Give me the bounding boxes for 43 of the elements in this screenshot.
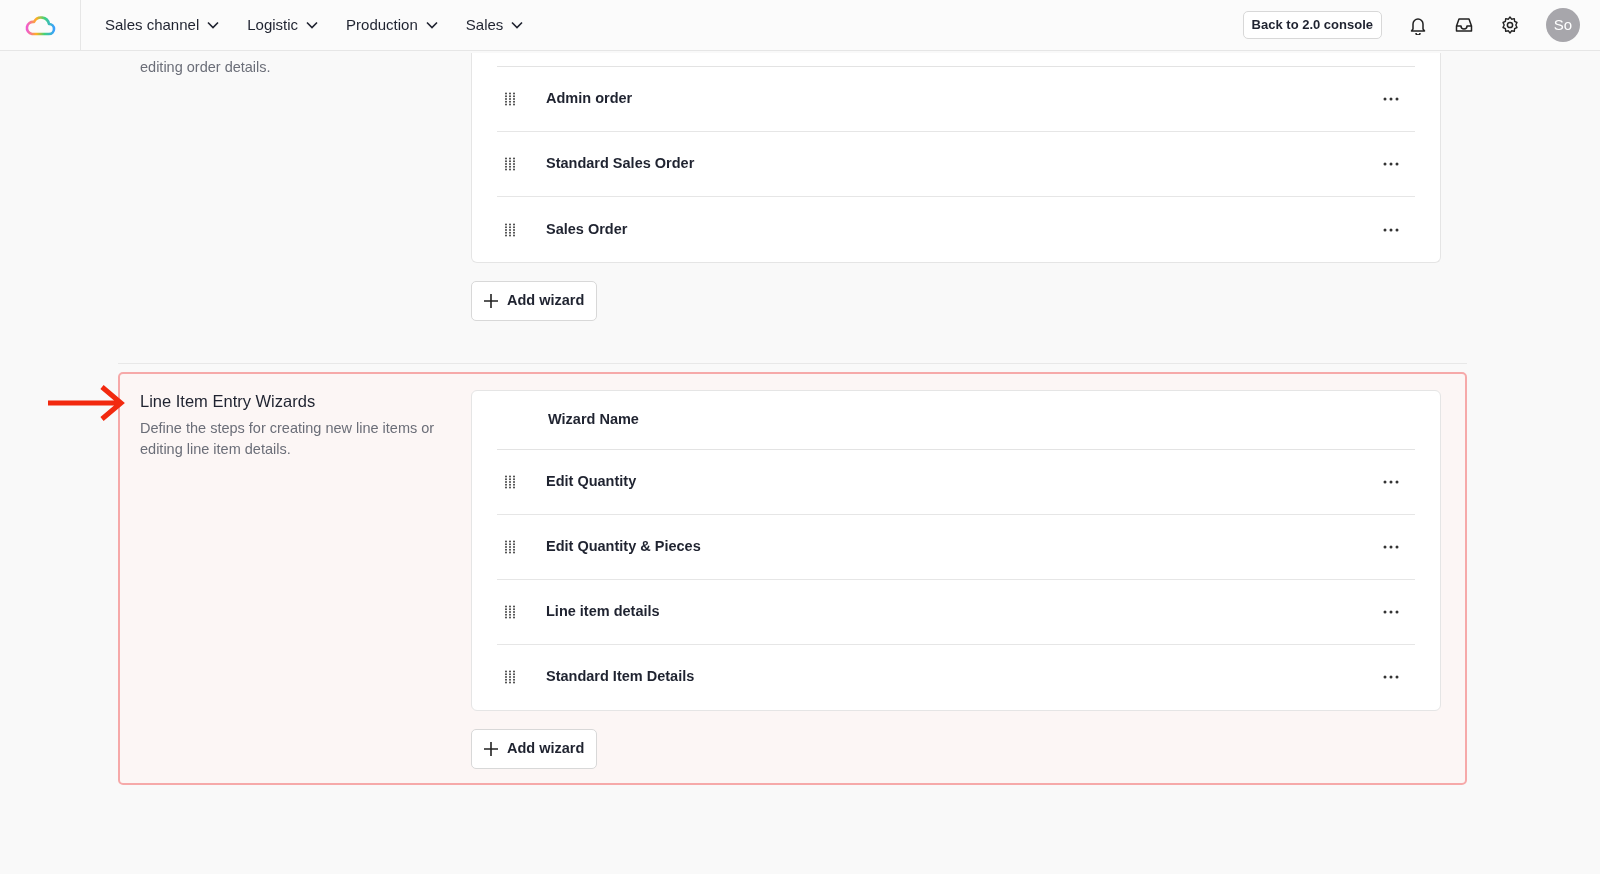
add-wizard-button[interactable]: Add wizard — [471, 728, 598, 769]
chevron-icon — [511, 21, 524, 29]
wizard-name: Sales Order — [546, 219, 628, 239]
chevron-icon — [425, 21, 438, 29]
more-options-icon[interactable] — [1383, 97, 1399, 101]
wizard-name: Standard Item Details — [546, 667, 695, 687]
column-header: Wizard Name — [497, 390, 1415, 450]
section-description: editing order details. — [140, 58, 272, 77]
more-options-icon[interactable] — [1383, 544, 1399, 549]
add-wizard-button[interactable]: Add wizard — [471, 281, 598, 321]
inbox-icon[interactable] — [1454, 15, 1474, 35]
section-title: Line Item Entry Wizards — [140, 391, 317, 412]
drag-handle-icon[interactable] — [504, 539, 516, 554]
chevron-icon — [306, 21, 319, 29]
more-options-icon[interactable] — [1383, 609, 1399, 614]
nav-menu[interactable]: Production — [346, 13, 438, 37]
back-console-button[interactable]: Back to 2.0 console — [1242, 11, 1382, 39]
wizard-name: Edit Quantity — [546, 471, 637, 491]
drag-handle-icon[interactable] — [504, 222, 516, 237]
nav-menu[interactable]: Sales — [465, 13, 524, 37]
drag-handle-icon[interactable] — [504, 157, 516, 171]
drag-handle-icon[interactable] — [504, 604, 516, 619]
drag-handle-icon[interactable] — [504, 474, 516, 489]
more-options-icon[interactable] — [1383, 479, 1399, 484]
wizard-name: Edit Quantity & Pieces — [546, 536, 701, 556]
nav-menu[interactable]: Sales channel — [105, 13, 220, 37]
chevron-icon — [207, 21, 220, 29]
section-description: Define the steps for creating new line items or editing line item details. — [140, 418, 436, 459]
bell-icon[interactable] — [1408, 15, 1428, 35]
more-options-icon[interactable] — [1383, 227, 1399, 232]
more-options-icon[interactable] — [1383, 162, 1399, 166]
more-options-icon[interactable] — [1383, 675, 1399, 680]
wizard-name: Standard Sales Order — [546, 154, 695, 174]
settings-icon[interactable] — [1500, 15, 1520, 35]
nav-menu[interactable]: Logistic — [247, 13, 319, 37]
drag-handle-icon[interactable] — [504, 670, 516, 685]
wizard-name: Admin order — [546, 89, 633, 109]
arrow-icon — [46, 383, 126, 422]
plus-icon — [484, 741, 498, 756]
plus-icon — [484, 293, 498, 308]
drag-handle-icon[interactable] — [504, 92, 516, 106]
wizard-name: Line item details — [546, 601, 660, 621]
logo-icon — [24, 14, 56, 36]
